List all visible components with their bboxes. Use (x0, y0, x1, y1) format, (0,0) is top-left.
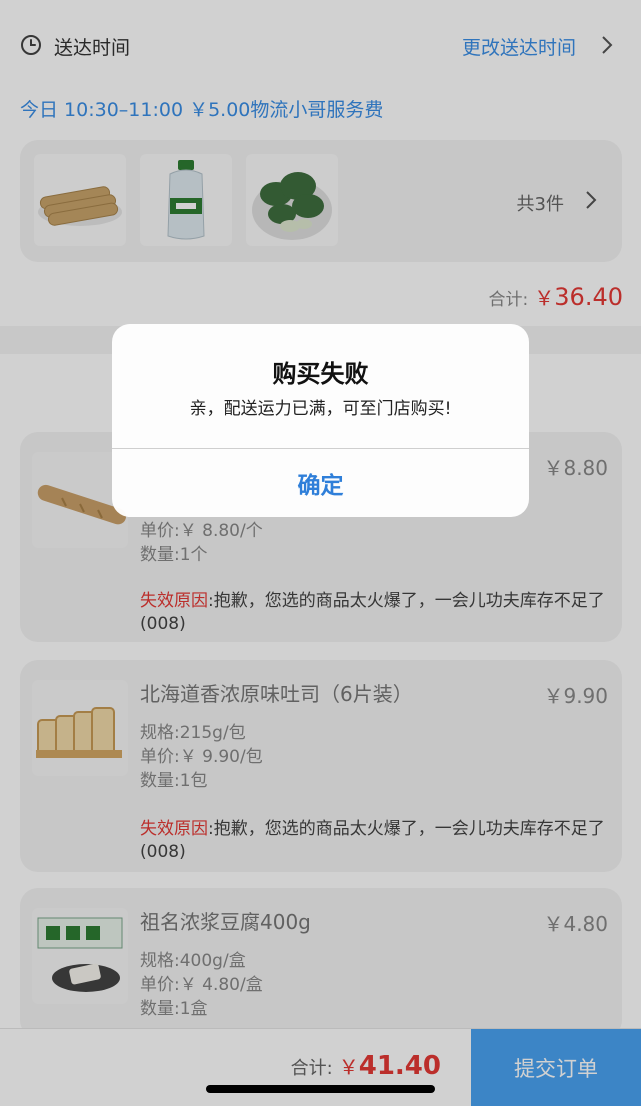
confirm-button[interactable]: 确定 (112, 449, 529, 517)
purchase-failed-dialog: 购买失败 亲，配送运力已满，可至门店购买! 确定 (112, 324, 529, 517)
modal-overlay (0, 0, 641, 1106)
home-indicator[interactable] (206, 1085, 435, 1093)
dialog-title: 购买失败 (272, 360, 369, 388)
dialog-message: 亲，配送运力已满，可至门店购买! (189, 399, 452, 419)
